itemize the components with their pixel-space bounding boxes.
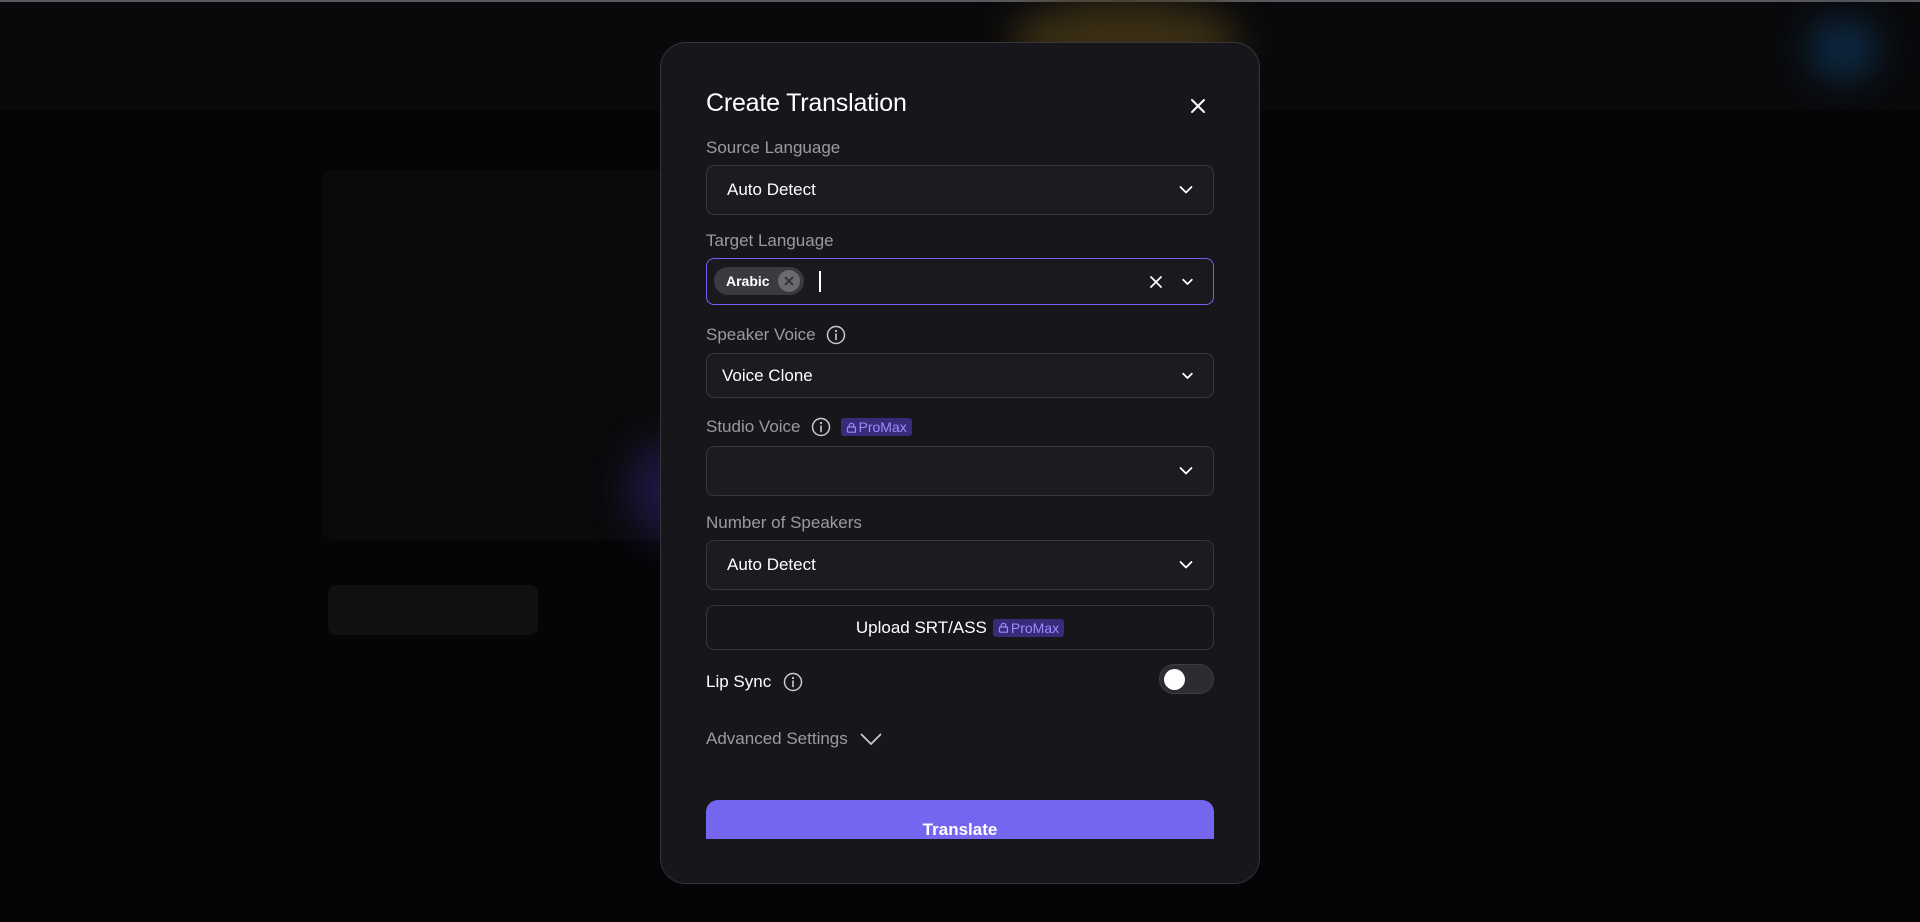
number-of-speakers-select[interactable]: Auto Detect: [706, 540, 1214, 590]
studio-voice-label-text: Studio Voice: [706, 417, 801, 436]
chevron-down-icon: [1179, 186, 1193, 195]
remove-chip-button[interactable]: [777, 270, 800, 292]
language-chip-label: Arabic: [726, 273, 770, 289]
speaker-voice-label: Speaker Voice: [706, 323, 846, 347]
text-cursor[interactable]: [819, 271, 821, 292]
source-language-value: Auto Detect: [727, 180, 816, 199]
upload-srt-label: Upload SRT/ASS: [855, 617, 987, 637]
number-of-speakers-label-text: Number of Speakers: [706, 513, 862, 532]
source-language-select[interactable]: Auto Detect: [706, 165, 1214, 215]
promax-badge: ProMax: [840, 418, 912, 436]
target-language-label: Target Language: [706, 229, 834, 253]
source-language-label-text: Source Language: [706, 138, 841, 157]
clear-selection-button[interactable]: [1149, 275, 1163, 289]
studio-voice-label: Studio Voice ProMax: [706, 415, 912, 439]
number-of-speakers-label: Number of Speakers: [706, 511, 862, 535]
promax-badge: ProMax: [992, 618, 1065, 637]
info-icon[interactable]: [783, 672, 803, 692]
background-button: [328, 585, 538, 635]
chevron-down-icon: [860, 733, 882, 746]
info-icon[interactable]: [811, 417, 831, 437]
target-language-label-text: Target Language: [706, 231, 834, 250]
chevron-down-icon: [1179, 561, 1193, 570]
lip-sync-row: Lip Sync: [706, 667, 803, 697]
close-icon: [784, 276, 794, 286]
language-chip: Arabic: [714, 267, 804, 295]
lip-sync-label: Lip Sync: [706, 672, 772, 691]
number-of-speakers-value: Auto Detect: [727, 555, 816, 574]
lip-sync-toggle[interactable]: [1159, 664, 1214, 694]
speaker-voice-label-text: Speaker Voice: [706, 325, 816, 344]
chevron-down-icon: [1179, 467, 1193, 476]
modal-footer: [661, 839, 1259, 883]
advanced-settings-label: Advanced Settings: [706, 729, 848, 748]
speaker-voice-select[interactable]: Voice Clone: [706, 353, 1214, 398]
promax-badge-text: ProMax: [858, 419, 907, 435]
lock-icon: [998, 622, 1009, 633]
close-button[interactable]: [1183, 91, 1213, 121]
chevron-down-icon[interactable]: [1182, 278, 1193, 285]
info-icon[interactable]: [826, 325, 846, 345]
top-border: [0, 0, 1920, 2]
chevron-down-icon: [1182, 372, 1193, 379]
advanced-settings-toggle[interactable]: Advanced Settings: [706, 726, 882, 752]
toggle-knob: [1164, 669, 1185, 690]
promax-badge-text: ProMax: [1010, 619, 1060, 636]
close-icon: [1149, 275, 1163, 289]
modal-title: Create Translation: [706, 89, 907, 117]
background-panel: [322, 170, 672, 540]
speaker-voice-value: Voice Clone: [722, 365, 813, 385]
studio-voice-select[interactable]: [706, 446, 1214, 496]
background-glow: [1808, 18, 1878, 80]
source-language-label: Source Language: [706, 136, 840, 160]
upload-srt-button[interactable]: Upload SRT/ASS ProMax: [706, 605, 1214, 650]
lock-icon: [846, 422, 857, 433]
close-icon: [1190, 98, 1206, 114]
create-translation-modal: Create Translation Source Language Auto …: [660, 42, 1260, 884]
target-language-select[interactable]: Arabic: [706, 258, 1214, 305]
